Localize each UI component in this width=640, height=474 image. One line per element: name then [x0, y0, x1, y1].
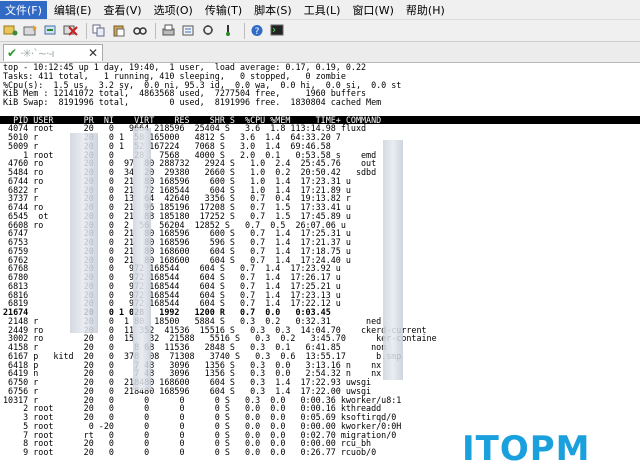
summary-line: KiB Swap: 8191996 total, 0 used, 8191996… [3, 97, 382, 107]
terminal-icon[interactable] [269, 22, 286, 39]
find-icon[interactable] [131, 22, 148, 39]
reconnect-icon[interactable] [42, 22, 59, 39]
quick-connect-icon[interactable] [22, 22, 39, 39]
copy-icon[interactable] [91, 22, 108, 39]
menu-bar: 文件(F) 编辑(E) 查看(V) 选项(O) 传输(T) 脚本(S) 工具(L) 窗口(W)… [0, 0, 640, 20]
keymap-icon[interactable] [220, 22, 237, 39]
session-tab-label: ·✳·`~·-ı [20, 46, 54, 60]
help-icon[interactable]: ? [249, 22, 266, 39]
toolbar-separator [244, 22, 245, 39]
menu-item[interactable]: 文件(F) [0, 0, 47, 19]
redacted-command-column [383, 140, 403, 380]
session-tab[interactable]: ✔ ·✳·`~·-ı ✕ [3, 44, 103, 61]
toolbar: ? [0, 20, 640, 42]
session-tab-bar: ✔ ·✳·`~·-ı ✕ [0, 42, 640, 63]
menu-item[interactable]: 工具(L) [299, 1, 346, 19]
settings-icon[interactable] [180, 22, 197, 39]
toolbar-separator [155, 22, 156, 39]
menu-item[interactable]: 脚本(S) [249, 1, 297, 19]
sftp-icon[interactable] [200, 22, 217, 39]
toolbar-separator [86, 22, 87, 39]
close-tab-icon[interactable]: ✕ [88, 46, 98, 60]
connect-icon[interactable] [2, 22, 19, 39]
disconnect-icon[interactable] [62, 22, 79, 39]
connected-check-icon: ✔ [7, 46, 18, 60]
svg-text:?: ? [255, 27, 260, 37]
watermark-logo: ITOPM [462, 429, 591, 469]
menu-item[interactable]: 编辑(E) [49, 1, 97, 19]
paste-icon[interactable] [111, 22, 128, 39]
menu-item[interactable]: 选项(O) [149, 1, 198, 19]
redacted-user-column [70, 133, 98, 333]
redacted-virt-column [133, 128, 151, 390]
menu-item[interactable]: 传输(T) [200, 1, 247, 19]
menu-item[interactable]: 帮助(H) [401, 1, 450, 19]
print-icon[interactable] [160, 22, 177, 39]
menu-item[interactable]: 窗口(W) [347, 1, 398, 19]
menu-item[interactable]: 查看(V) [98, 1, 146, 19]
